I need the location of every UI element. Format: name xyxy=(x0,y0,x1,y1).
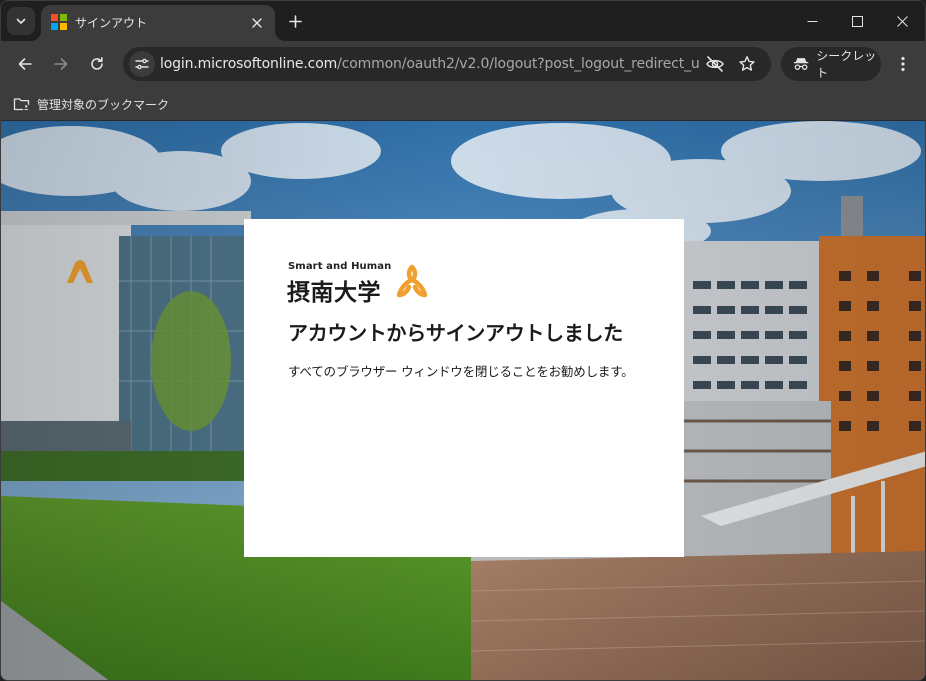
tab-title: サインアウト xyxy=(75,16,148,30)
favicon-yellow xyxy=(60,23,67,30)
bookmark-star-button[interactable] xyxy=(736,53,758,75)
minimize-button[interactable] xyxy=(790,5,834,37)
close-tab-button[interactable] xyxy=(247,13,267,33)
university-logo: Smart and Human 摂南大学 xyxy=(287,261,448,306)
site-info-button[interactable] xyxy=(129,51,155,77)
chrome-menu-button[interactable] xyxy=(891,49,915,79)
url-path: /common/oauth2/v2.0/logout?post_logout_r… xyxy=(337,56,700,72)
managed-bookmarks-folder[interactable]: 管理対象のブックマーク xyxy=(13,93,169,115)
minimize-icon xyxy=(807,20,817,22)
favicon-blue xyxy=(51,23,58,30)
maximize-icon xyxy=(851,15,863,27)
microsoft-logo-icon xyxy=(51,14,67,30)
reload-button[interactable] xyxy=(82,49,112,79)
incognito-indicator[interactable]: シークレット xyxy=(781,47,881,81)
managed-bookmarks-label: 管理対象のブックマーク xyxy=(37,97,170,112)
favicon-red xyxy=(51,14,58,21)
forward-button[interactable] xyxy=(46,49,76,79)
close-window-button[interactable] xyxy=(880,5,924,37)
tracking-protection-button[interactable] xyxy=(704,53,726,75)
close-icon xyxy=(252,18,262,28)
tab-signout[interactable]: サインアウト xyxy=(41,5,275,41)
folder-managed-icon xyxy=(13,98,30,112)
arrow-right-icon xyxy=(54,58,68,70)
tab-strip: サインアウト xyxy=(1,1,925,41)
eye-off-icon xyxy=(706,56,724,72)
tune-icon xyxy=(135,58,149,70)
bookmarks-bar: 管理対象のブックマーク xyxy=(1,87,925,121)
new-tab-button[interactable] xyxy=(283,9,307,33)
browser-window: サインアウト login.microsoftonline.com/common/… xyxy=(0,0,926,681)
incognito-icon xyxy=(793,58,809,70)
signout-card: Smart and Human 摂南大学 アカウントからサインアウトしました す… xyxy=(244,219,684,557)
url-host: login.microsoftonline.com xyxy=(160,56,338,72)
arrow-left-icon xyxy=(18,58,32,70)
reload-icon xyxy=(91,57,103,70)
back-button[interactable] xyxy=(10,49,40,79)
favicon-green xyxy=(60,14,67,21)
logo-tagline: Smart and Human xyxy=(288,261,392,272)
close-window-icon xyxy=(896,15,908,27)
plus-icon xyxy=(288,14,302,28)
setsunan-mark-icon xyxy=(396,264,428,298)
signout-message: すべてのブラウザー ウィンドウを閉じることをお勧めします。 xyxy=(288,364,634,379)
toolbar: login.microsoftonline.com/common/oauth2/… xyxy=(1,41,925,87)
logo-name: 摂南大学 xyxy=(287,280,381,306)
maximize-button[interactable] xyxy=(835,5,879,37)
address-bar[interactable]: login.microsoftonline.com/common/oauth2/… xyxy=(123,47,771,81)
star-icon xyxy=(739,56,755,71)
url-text[interactable]: login.microsoftonline.com/common/oauth2/… xyxy=(160,56,700,72)
kebab-menu-icon xyxy=(901,56,905,72)
signout-title: アカウントからサインアウトしました xyxy=(288,321,623,345)
incognito-label: シークレット xyxy=(816,49,877,80)
chevron-down-icon xyxy=(16,18,26,24)
page-content: Smart and Human 摂南大学 アカウントからサインアウトしました す… xyxy=(1,121,925,680)
